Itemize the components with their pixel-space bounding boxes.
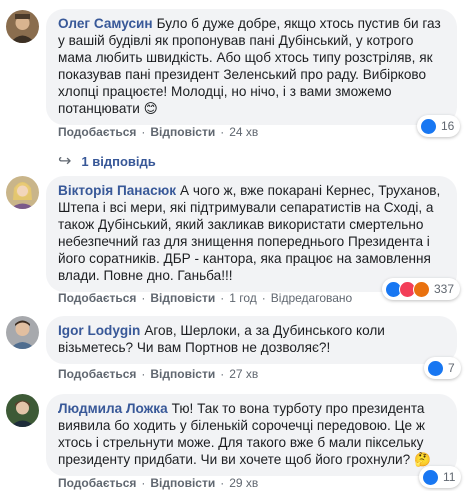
comment-bubble: Вікторія Панасюк А чого ж, вже покарані К… [46, 176, 457, 292]
comment-actions: Подобається · Відповісти · 29 хв [58, 476, 259, 490]
like-button[interactable]: Подобається [58, 476, 136, 490]
reply-arrow-icon: ↪ [58, 153, 72, 170]
comment-author[interactable]: Igor Lodygin [58, 323, 140, 338]
comment-bubble: Igor Lodygin Агов, Шерлоки, а за Дубинськ… [46, 316, 457, 364]
reaction-summary[interactable]: 7 [424, 357, 461, 379]
comment-author[interactable]: Олег Самусин [58, 16, 153, 31]
reaction-count: 16 [441, 119, 455, 133]
angry-icon [413, 280, 430, 298]
avatar[interactable] [6, 394, 39, 427]
timestamp[interactable]: 27 хв [229, 367, 258, 381]
comment-actions: Подобається · Відповісти · 27 хв [58, 367, 259, 381]
like-icon [427, 359, 444, 377]
replies-label: 1 відповідь [81, 153, 156, 169]
reply-button[interactable]: Відповісти [150, 291, 215, 305]
comment-text: А чого ж, вже покарані Кернес, Труханов,… [58, 183, 441, 283]
timestamp[interactable]: 24 хв [229, 125, 258, 139]
comment-bubble: Олег Самусин Було б дуже добре, якщо хтос… [46, 9, 457, 125]
comment-author[interactable]: Людмила Ложка [58, 401, 168, 416]
reaction-summary[interactable]: 337 [382, 278, 461, 300]
timestamp[interactable]: 29 хв [229, 476, 258, 490]
comment-text: Було б дуже добре, якщо хтось пустив би … [58, 16, 441, 116]
reaction-count: 337 [434, 282, 455, 296]
comment-actions: Подобається · Відповісти · 24 хв [58, 125, 259, 139]
avatar[interactable] [6, 176, 39, 209]
like-button[interactable]: Подобається [58, 367, 136, 381]
edited-label[interactable]: Відредаговано [271, 291, 352, 305]
comment-author[interactable]: Вікторія Панасюк [58, 183, 176, 198]
view-replies-link[interactable]: ↪ 1 відповідь [58, 151, 156, 171]
reply-button[interactable]: Відповісти [150, 476, 215, 490]
avatar[interactable] [6, 10, 39, 43]
like-button[interactable]: Подобається [58, 291, 136, 305]
like-icon [420, 117, 437, 135]
timestamp[interactable]: 1 год [229, 291, 257, 305]
reply-button[interactable]: Відповісти [150, 367, 215, 381]
like-button[interactable]: Подобається [58, 125, 136, 139]
avatar[interactable] [6, 316, 39, 349]
reaction-summary[interactable]: 16 [417, 115, 461, 137]
reaction-count: 7 [448, 361, 455, 375]
reaction-count: 11 [443, 470, 456, 484]
comment-actions: Подобається · Відповісти · 1 год · Відредагова… [58, 291, 353, 305]
reaction-summary[interactable]: 11 [419, 466, 462, 488]
reply-button[interactable]: Відповісти [150, 125, 215, 139]
like-icon [422, 468, 439, 486]
comment-bubble: Людмила Ложка Тю! Так то вона турботу про… [46, 394, 457, 476]
